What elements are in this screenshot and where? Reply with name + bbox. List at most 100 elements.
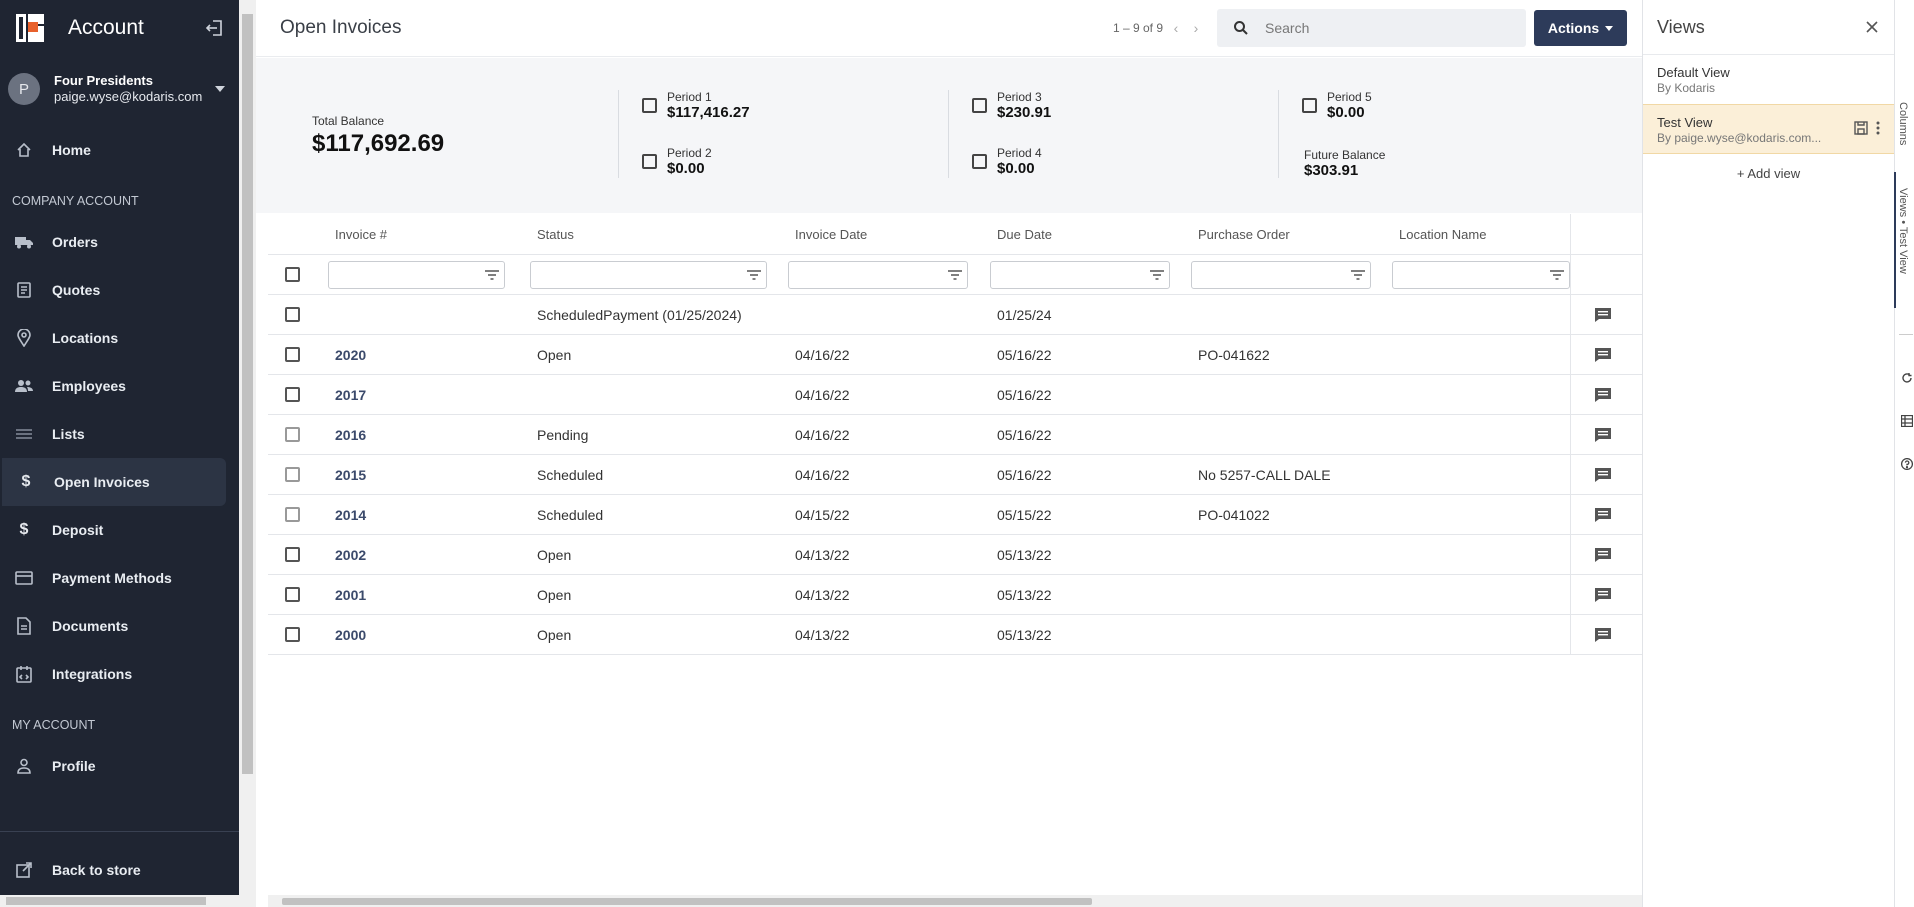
sidebar-scrollbar[interactable] [239,0,256,895]
logout-icon[interactable] [205,18,225,38]
view-item-default[interactable]: Default View By Kodaris [1643,54,1894,104]
period-5[interactable]: Period 5 $0.00 [1302,90,1372,121]
table-row[interactable]: 2015 Scheduled 04/16/22 05/16/22 No 5257-CAL… [268,455,1642,495]
sidebar-item-deposit[interactable]: $ Deposit [0,506,227,554]
filter-icon[interactable] [484,268,500,282]
back-to-store-link[interactable]: Back to store [0,840,227,900]
chevron-right-icon[interactable]: › [1189,20,1203,36]
filter-input[interactable] [1191,260,1371,289]
comment-icon[interactable] [1594,507,1612,523]
invoice-link[interactable]: 2015 [335,467,366,483]
column-header[interactable]: Due Date [982,227,1183,242]
sidebar-item-payment-methods[interactable]: Payment Methods [0,554,227,602]
row-checkbox[interactable] [284,467,300,482]
table-horizontal-scrollbar[interactable] [268,895,1642,907]
kodaris-logo-icon[interactable] [14,12,46,44]
table-row[interactable]: 2000 Open 04/13/22 05/13/22 [268,615,1642,655]
row-checkbox[interactable] [284,547,300,562]
help-icon[interactable] [1901,458,1913,470]
period-1[interactable]: Period 1 $117,416.27 [642,90,750,121]
invoice-link[interactable]: 2000 [335,627,366,643]
table-row[interactable]: 2016 Pending 04/16/22 05/16/22 [268,415,1642,455]
sidebar-item-orders[interactable]: Orders [0,218,227,266]
period-4[interactable]: Period 4 $0.00 [972,146,1042,177]
table-row[interactable]: 2017 04/16/22 05/16/22 [268,375,1642,415]
close-icon[interactable] [1864,19,1880,35]
column-header[interactable]: Purchase Order [1183,227,1384,242]
period-2-checkbox[interactable] [642,154,657,169]
invoice-link[interactable]: 2017 [335,387,366,403]
comment-icon[interactable] [1594,627,1612,643]
actions-button[interactable]: Actions [1534,10,1627,46]
sidebar-item-integrations[interactable]: Integrations [0,650,227,698]
user-account-switcher[interactable]: P Four Presidents paige.wyse@kodaris.com [0,56,239,122]
column-header[interactable]: Invoice Date [780,227,982,242]
chevron-down-icon[interactable] [215,86,225,92]
invoice-link[interactable]: 2014 [335,507,366,523]
view-item-test[interactable]: Test View By paige.wyse@kodaris.com... [1643,104,1894,154]
filter-icon[interactable] [1149,268,1165,282]
invoice-link[interactable]: 2016 [335,427,366,443]
sidebar-item-employees[interactable]: Employees [0,362,227,410]
more-vertical-icon[interactable] [1876,121,1880,135]
filter-icon[interactable] [1549,268,1565,282]
pagination-range: 1 – 9 of 9 [1112,21,1163,35]
row-checkbox[interactable] [284,507,300,522]
period-2[interactable]: Period 2 $0.00 [642,146,712,177]
comment-icon[interactable] [1594,467,1612,483]
period-4-checkbox[interactable] [972,154,987,169]
sidebar-item-lists[interactable]: Lists [0,410,227,458]
comment-icon[interactable] [1594,347,1612,363]
filter-input[interactable] [1392,260,1570,289]
row-checkbox[interactable] [284,627,300,642]
filter-input[interactable] [788,260,968,289]
invoice-link[interactable]: 2002 [335,547,366,563]
filter-input[interactable] [990,260,1170,289]
table-row[interactable]: 2014 Scheduled 04/15/22 05/15/22 PO-041022 [268,495,1642,535]
add-view-button[interactable]: + Add view [1643,154,1894,181]
filter-icon[interactable] [746,268,762,282]
column-header[interactable]: Invoice # [316,227,518,242]
columns-tab[interactable]: Columns [1897,102,1909,145]
table-icon[interactable] [1901,415,1913,427]
column-header[interactable]: Location Name [1384,227,1570,242]
filter-icon[interactable] [947,268,963,282]
row-checkbox[interactable] [284,347,300,362]
comment-icon[interactable] [1594,427,1612,443]
filter-input[interactable] [328,260,505,289]
row-checkbox[interactable] [284,307,300,322]
refresh-icon[interactable] [1901,372,1913,384]
comment-icon[interactable] [1594,587,1612,603]
period-3-checkbox[interactable] [972,98,987,113]
chevron-left-icon[interactable]: ‹ [1169,20,1183,36]
sidebar-item-documents[interactable]: Documents [0,602,227,650]
views-tab[interactable]: Views • Test View [1897,188,1909,274]
search-input[interactable]: Search [1217,9,1526,47]
filter-input[interactable] [530,260,767,289]
filter-icon[interactable] [1350,268,1366,282]
invoice-link[interactable]: 2020 [335,347,366,363]
row-checkbox[interactable] [284,587,300,602]
sidebar-item-home[interactable]: Home [0,126,227,174]
sidebar-item-profile[interactable]: Profile [0,742,227,790]
table-row[interactable]: 2001 Open 04/13/22 05/13/22 [268,575,1642,615]
sidebar-item-open-invoices[interactable]: $ Open Invoices [2,458,226,506]
sidebar-item-quotes[interactable]: Quotes [0,266,227,314]
comment-icon[interactable] [1594,307,1612,323]
row-checkbox[interactable] [284,387,300,402]
comment-icon[interactable] [1594,387,1612,403]
table-row[interactable]: 2002 Open 04/13/22 05/13/22 [268,535,1642,575]
column-header[interactable]: Status [518,227,780,242]
sidebar-horizontal-scrollbar[interactable] [0,895,256,907]
comment-icon[interactable] [1594,547,1612,563]
table-row[interactable]: ScheduledPayment (01/25/2024) 01/25/24 [268,295,1642,335]
period-5-checkbox[interactable] [1302,98,1317,113]
row-checkbox[interactable] [284,427,300,442]
period-1-checkbox[interactable] [642,98,657,113]
table-row[interactable]: 2020 Open 04/16/22 05/16/22 PO-041622 [268,335,1642,375]
select-all-checkbox[interactable] [284,267,300,282]
save-icon[interactable] [1854,121,1868,135]
sidebar-item-locations[interactable]: Locations [0,314,227,362]
invoice-link[interactable]: 2001 [335,587,366,603]
period-3[interactable]: Period 3 $230.91 [972,90,1051,121]
